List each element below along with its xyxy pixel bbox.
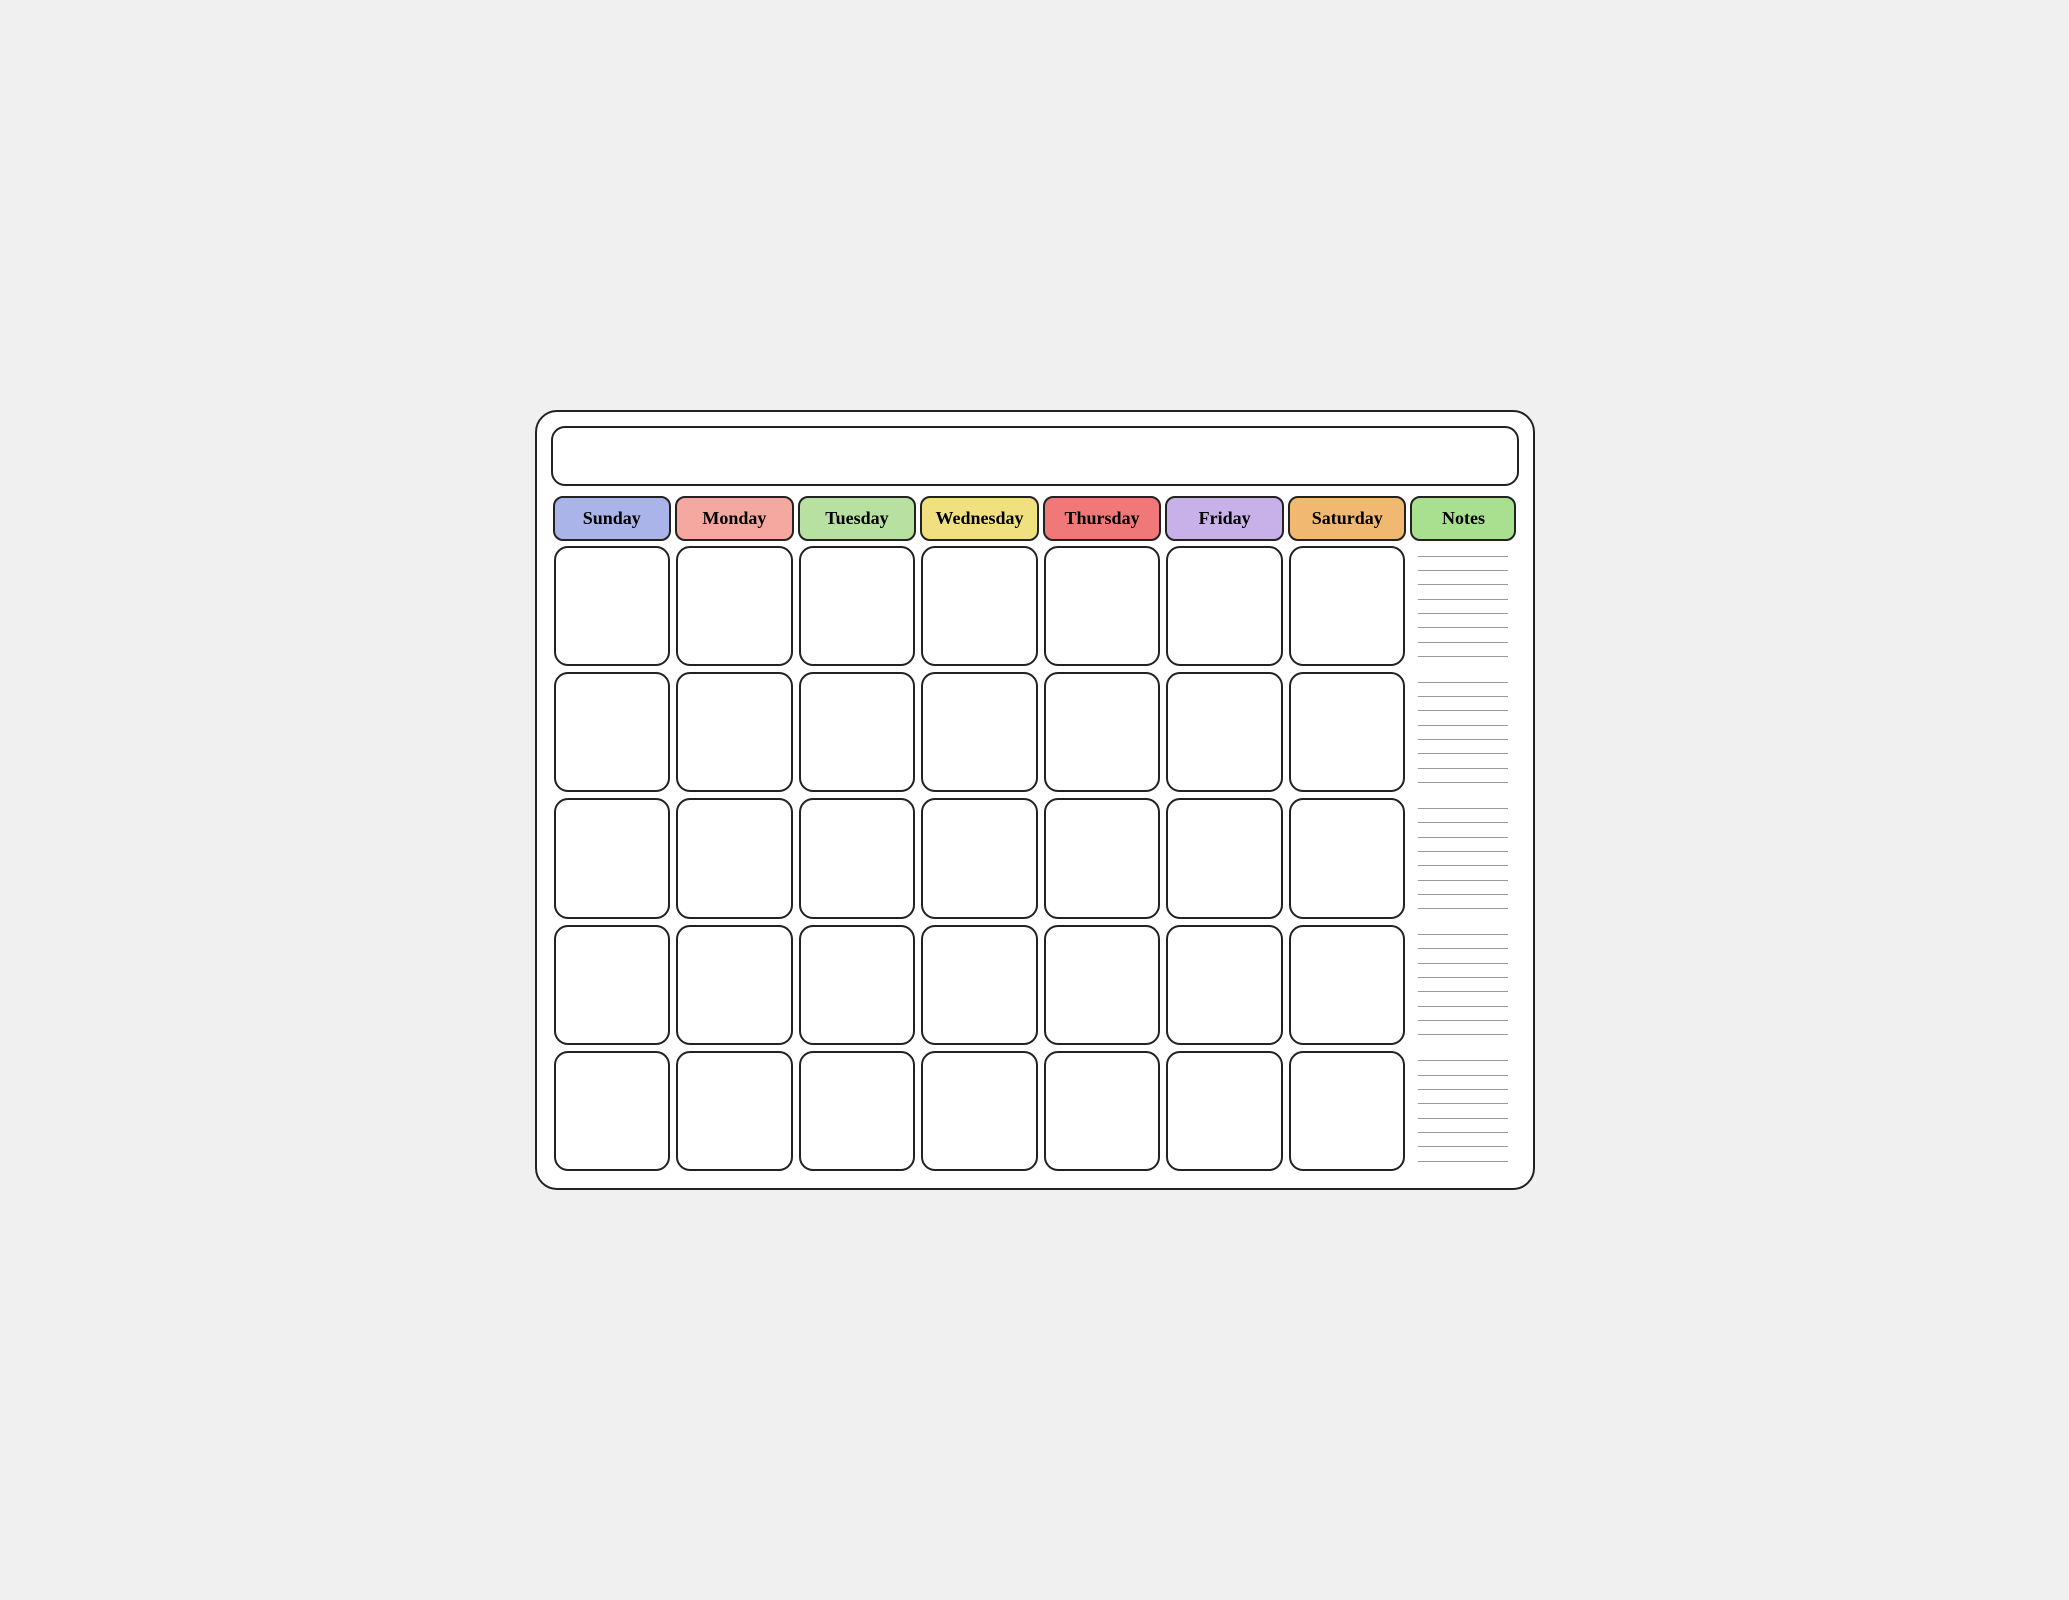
cell-r4-tue[interactable] [799, 925, 916, 1045]
header-wednesday: Wednesday [920, 496, 1039, 541]
cell-r5-wed[interactable] [921, 1051, 1038, 1171]
cell-r1-tue[interactable] [799, 546, 916, 666]
cell-r2-thu[interactable] [1044, 672, 1161, 792]
cell-r4-sat[interactable] [1289, 925, 1406, 1045]
header-sunday: Sunday [553, 496, 672, 541]
header-monday: Monday [675, 496, 794, 541]
cell-r3-sat[interactable] [1289, 798, 1406, 918]
cell-r2-sat[interactable] [1289, 672, 1406, 792]
header-tuesday: Tuesday [798, 496, 917, 541]
cell-r1-fri[interactable] [1166, 546, 1283, 666]
header-thursday: Thursday [1043, 496, 1162, 541]
cell-r3-thu[interactable] [1044, 798, 1161, 918]
header-friday: Friday [1165, 496, 1284, 541]
cell-r3-wed[interactable] [921, 798, 1038, 918]
notes-lines-r3[interactable] [1408, 795, 1518, 921]
notes-lines-r1[interactable] [1408, 543, 1518, 669]
cell-r2-fri[interactable] [1166, 672, 1283, 792]
cell-r4-sun[interactable] [554, 925, 671, 1045]
calendar-container: Sunday Monday Tuesday Wednesday Thursday… [535, 410, 1535, 1190]
calendar-grid: Sunday Monday Tuesday Wednesday Thursday… [551, 494, 1519, 1174]
cell-r2-mon[interactable] [676, 672, 793, 792]
cell-r1-mon[interactable] [676, 546, 793, 666]
cell-r3-tue[interactable] [799, 798, 916, 918]
cell-r4-mon[interactable] [676, 925, 793, 1045]
cell-r3-fri[interactable] [1166, 798, 1283, 918]
cell-r4-fri[interactable] [1166, 925, 1283, 1045]
cell-r3-sun[interactable] [554, 798, 671, 918]
header-notes: Notes [1410, 496, 1516, 541]
cell-r1-thu[interactable] [1044, 546, 1161, 666]
notes-lines-r5[interactable] [1408, 1048, 1518, 1174]
cell-r1-wed[interactable] [921, 546, 1038, 666]
cell-r2-wed[interactable] [921, 672, 1038, 792]
cell-r2-sun[interactable] [554, 672, 671, 792]
title-bar[interactable] [551, 426, 1519, 486]
cell-r3-mon[interactable] [676, 798, 793, 918]
header-saturday: Saturday [1288, 496, 1407, 541]
cell-r5-sun[interactable] [554, 1051, 671, 1171]
notes-lines-r4[interactable] [1408, 922, 1518, 1048]
cell-r5-thu[interactable] [1044, 1051, 1161, 1171]
cell-r5-fri[interactable] [1166, 1051, 1283, 1171]
cell-r5-tue[interactable] [799, 1051, 916, 1171]
notes-lines-r2[interactable] [1408, 669, 1518, 795]
cell-r1-sun[interactable] [554, 546, 671, 666]
cell-r2-tue[interactable] [799, 672, 916, 792]
cell-r1-sat[interactable] [1289, 546, 1406, 666]
cell-r5-mon[interactable] [676, 1051, 793, 1171]
cell-r4-thu[interactable] [1044, 925, 1161, 1045]
cell-r5-sat[interactable] [1289, 1051, 1406, 1171]
cell-r4-wed[interactable] [921, 925, 1038, 1045]
